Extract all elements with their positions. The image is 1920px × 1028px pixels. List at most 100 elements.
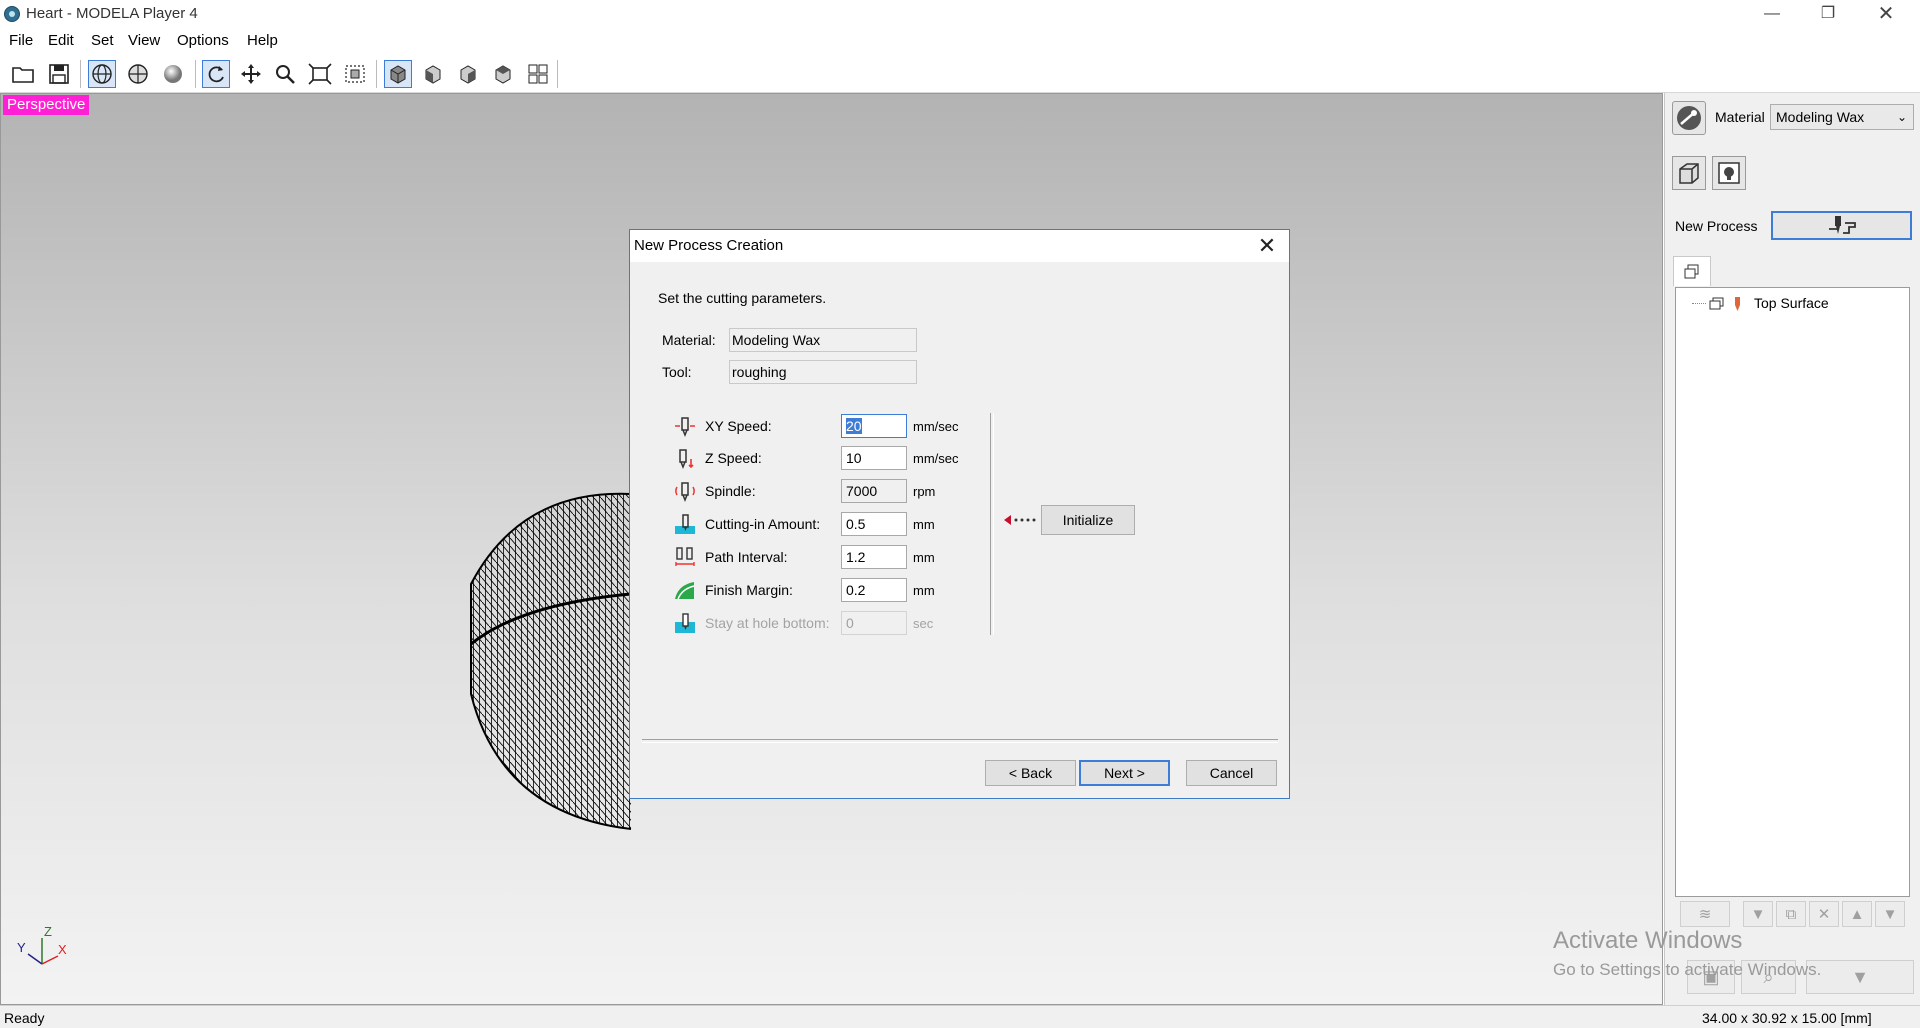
new-process-dialog: New Process Creation ✕ Set the cutting p… xyxy=(629,229,1290,799)
move-up-icon[interactable]: ▲ xyxy=(1842,901,1872,927)
cutting-in-amount-input[interactable]: 0.5 xyxy=(841,512,907,536)
tree-item-label: Top Surface xyxy=(1754,295,1829,311)
process-tree-icon xyxy=(1684,264,1699,278)
material-field: Modeling Wax xyxy=(729,328,917,352)
z-speed-icon xyxy=(679,449,694,469)
tool-field: roughing xyxy=(729,360,917,384)
app-icon xyxy=(4,6,20,22)
menu-view[interactable]: View xyxy=(128,32,160,49)
top-view-icon[interactable] xyxy=(489,60,517,88)
tool-field-label: Tool: xyxy=(662,364,692,380)
z-speed-label: Z Speed: xyxy=(705,450,762,466)
stay-at-hole-bottom-icon xyxy=(675,613,695,633)
open-folder-icon[interactable] xyxy=(10,60,38,88)
pan-icon[interactable] xyxy=(237,60,265,88)
title-bar: Heart - MODELA Player 4 — ❐ ✕ xyxy=(0,0,1920,28)
material-icon[interactable] xyxy=(1672,101,1706,135)
xy-speed-input[interactable]: 20 xyxy=(841,414,907,438)
new-process-button[interactable] xyxy=(1771,211,1912,240)
restore-button[interactable]: ❐ xyxy=(1800,0,1856,28)
dialog-title-bar: New Process Creation ✕ xyxy=(630,230,1289,262)
save-icon[interactable] xyxy=(45,60,73,88)
fit-view-icon[interactable] xyxy=(306,60,334,88)
dialog-separator xyxy=(642,739,1278,743)
tool-icon xyxy=(1735,297,1740,311)
delete-process-icon[interactable]: ✕ xyxy=(1809,901,1839,927)
rotate-icon[interactable] xyxy=(202,60,230,88)
finish-margin-icon xyxy=(675,582,695,600)
wireframe-view-icon[interactable] xyxy=(88,60,116,88)
tool-settings-icon[interactable] xyxy=(1712,156,1746,190)
cutting-in-amount-label: Cutting-in Amount: xyxy=(705,516,821,532)
status-bar: Ready 34.00 x 30.92 x 15.00 [mm] xyxy=(0,1005,1920,1028)
hidden-line-view-icon[interactable] xyxy=(124,60,152,88)
multi-view-icon[interactable] xyxy=(524,60,552,88)
xy-speed-label: XY Speed: xyxy=(705,418,772,434)
spindle-input[interactable]: 7000 xyxy=(841,479,907,503)
next-button[interactable]: Next > xyxy=(1079,760,1170,786)
spindle-icon xyxy=(675,482,695,502)
perspective-view-icon[interactable] xyxy=(384,60,412,88)
minimize-button[interactable]: — xyxy=(1744,0,1800,28)
shaded-view-icon[interactable] xyxy=(159,60,187,88)
cutting-in-amount-unit: mm xyxy=(913,517,935,532)
material-dropdown[interactable]: Modeling Wax ⌄ xyxy=(1770,104,1914,130)
new-process-label: New Process xyxy=(1675,218,1758,234)
copy-process-icon[interactable]: ⧉ xyxy=(1776,901,1806,927)
finish-margin-label: Finish Margin: xyxy=(705,582,793,598)
menu-options[interactable]: Options xyxy=(177,32,229,49)
process-tree-tab[interactable] xyxy=(1673,256,1711,286)
z-speed-unit: mm/sec xyxy=(913,451,959,466)
tree-connector xyxy=(1692,303,1706,304)
cut-icon[interactable]: ▼ xyxy=(1806,960,1914,994)
dialog-close-icon[interactable]: ✕ xyxy=(1253,232,1281,260)
activation-watermark-subtitle: Go to Settings to activate Windows. xyxy=(1553,960,1822,979)
cancel-button[interactable]: Cancel xyxy=(1186,760,1277,786)
finish-margin-unit: mm xyxy=(913,583,935,598)
xy-speed-unit: mm/sec xyxy=(913,419,959,434)
path-interval-label: Path Interval: xyxy=(705,549,788,565)
axis-y-label: Y xyxy=(17,940,26,955)
parameter-divider xyxy=(990,413,994,635)
menu-edit[interactable]: Edit xyxy=(48,32,74,49)
window-title: Heart - MODELA Player 4 xyxy=(26,5,198,22)
material-field-label: Material: xyxy=(662,332,716,348)
z-speed-input[interactable]: 10 xyxy=(841,446,907,470)
menu-bar: File Edit Set View Options Help xyxy=(0,29,1920,53)
process-icon xyxy=(1709,297,1724,310)
axis-z-label: Z xyxy=(44,924,52,939)
toolbar xyxy=(0,54,1920,93)
toolbar-separator xyxy=(195,60,196,88)
path-interval-unit: mm xyxy=(913,550,935,565)
zoom-selection-icon[interactable] xyxy=(341,60,369,88)
menu-help[interactable]: Help xyxy=(247,32,278,49)
material-dropdown-value: Modeling Wax xyxy=(1776,109,1865,125)
tree-item-top-surface[interactable]: Top Surface xyxy=(1692,295,1920,313)
process-tree: Top Surface xyxy=(1675,287,1910,897)
zoom-icon[interactable] xyxy=(271,60,299,88)
cutting-in-amount-icon xyxy=(675,514,695,534)
back-button[interactable]: < Back xyxy=(985,760,1076,786)
menu-set[interactable]: Set xyxy=(91,32,114,49)
axis-x-label: X xyxy=(58,942,67,957)
toolpath-icon[interactable]: ≋ xyxy=(1680,901,1730,927)
close-window-button[interactable]: ✕ xyxy=(1858,0,1914,28)
model-dimensions: 34.00 x 30.92 x 15.00 [mm] xyxy=(1702,1010,1872,1026)
menu-file[interactable]: File xyxy=(9,32,33,49)
side-view-icon[interactable] xyxy=(454,60,482,88)
move-down-icon[interactable]: ▼ xyxy=(1875,901,1905,927)
view-mode-label: Perspective xyxy=(3,95,90,115)
stay-at-hole-bottom-unit: sec xyxy=(913,616,934,631)
front-view-icon[interactable] xyxy=(419,60,447,88)
status-text: Ready xyxy=(4,1010,45,1026)
edit-process-icon[interactable]: ▼ xyxy=(1743,901,1773,927)
stock-settings-icon[interactable] xyxy=(1672,156,1706,190)
path-interval-icon xyxy=(675,547,695,566)
xy-speed-icon xyxy=(675,417,695,437)
stay-at-hole-bottom-label: Stay at hole bottom: xyxy=(705,615,830,631)
spindle-unit: rpm xyxy=(913,484,936,499)
axis-gizmo: Z X Y xyxy=(17,924,67,965)
path-interval-input[interactable]: 1.2 xyxy=(841,545,907,569)
initialize-button[interactable]: Initialize xyxy=(1041,505,1135,535)
finish-margin-input[interactable]: 0.2 xyxy=(841,578,907,602)
